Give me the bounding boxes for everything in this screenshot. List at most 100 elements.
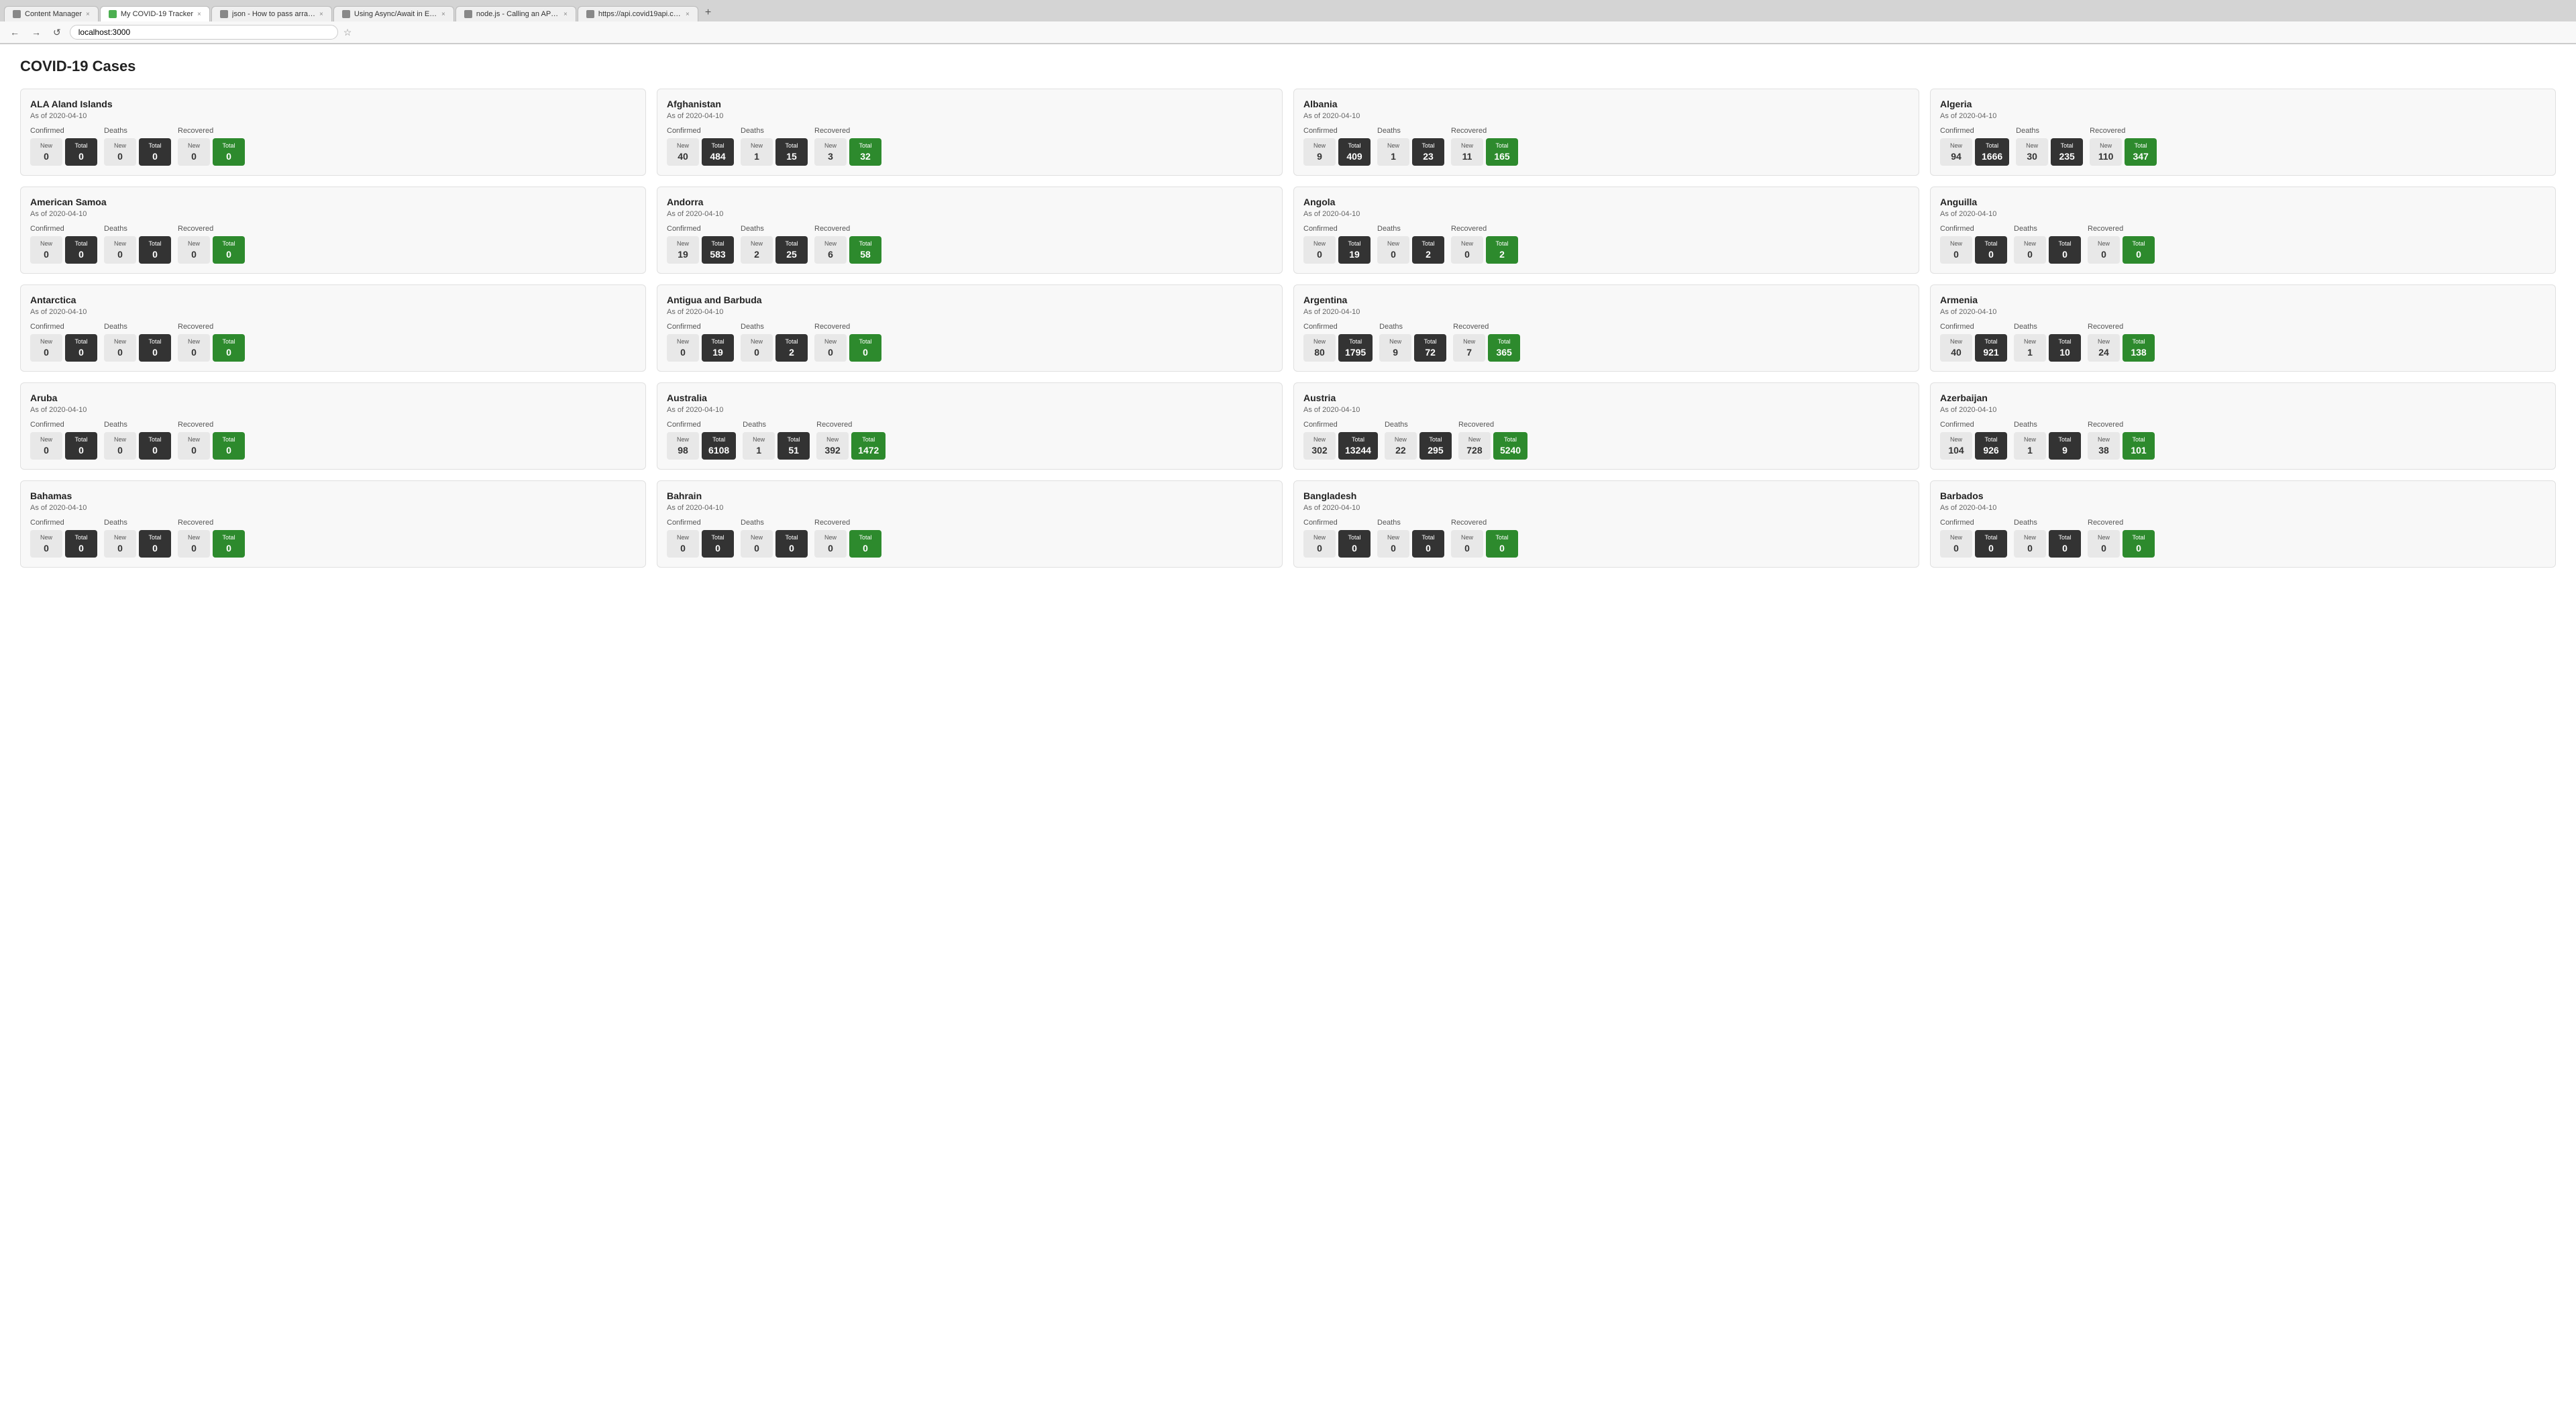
- recovered-pair: New0Total2: [1451, 236, 1518, 264]
- deaths-total-value: 15: [786, 151, 797, 162]
- recovered-label: Recovered: [1458, 421, 1494, 429]
- country-card: Antigua and BarbudaAs of 2020-04-10Confi…: [657, 284, 1283, 372]
- recovered-total-value: 165: [1494, 151, 1509, 162]
- tab-close-button[interactable]: ×: [686, 11, 690, 18]
- back-button[interactable]: ←: [7, 25, 23, 39]
- recovered-new-label: New: [2098, 436, 2110, 443]
- country-name: ALA Aland Islands: [30, 99, 636, 109]
- browser-tab-4[interactable]: node.js - Calling an API endpoin...×: [455, 6, 576, 21]
- deaths-pair: New1Total10: [2014, 334, 2081, 362]
- deaths-pair: New0Total0: [104, 334, 171, 362]
- recovered-new-value: 38: [2098, 445, 2109, 456]
- country-date: As of 2020-04-10: [1940, 308, 2546, 316]
- recovered-total-box: Total365: [1488, 334, 1520, 362]
- browser-tab-5[interactable]: https://api.covid19api.com/sum...×: [578, 6, 698, 21]
- deaths-total-box: Total0: [775, 530, 808, 558]
- confirmed-total-box: Total0: [65, 334, 97, 362]
- confirmed-total-box: Total583: [702, 236, 734, 264]
- confirmed-new-value: 0: [44, 445, 49, 456]
- reload-button[interactable]: ↺: [50, 25, 64, 40]
- tab-close-button[interactable]: ×: [564, 11, 568, 18]
- recovered-new-label: New: [2098, 534, 2110, 541]
- deaths-new-box: New1: [741, 138, 773, 166]
- deaths-new-box: New1: [743, 432, 775, 460]
- confirmed-new-label: New: [1313, 240, 1326, 247]
- confirmed-new-box: New0: [667, 334, 699, 362]
- confirmed-total-box: Total0: [65, 432, 97, 460]
- confirmed-new-box: New19: [667, 236, 699, 264]
- deaths-total-value: 10: [2059, 347, 2070, 358]
- tab-favicon: [220, 10, 228, 18]
- country-card: American SamoaAs of 2020-04-10ConfirmedN…: [20, 187, 646, 274]
- country-date: As of 2020-04-10: [30, 406, 636, 414]
- deaths-label: Deaths: [2014, 225, 2037, 233]
- deaths-label: Deaths: [2014, 421, 2037, 429]
- deaths-label: Deaths: [2014, 519, 2037, 527]
- recovered-pair: New392Total1472: [816, 432, 885, 460]
- deaths-total-box: Total0: [139, 530, 171, 558]
- confirmed-new-box: New0: [30, 138, 62, 166]
- country-date: As of 2020-04-10: [1940, 210, 2546, 218]
- confirmed-total-box: Total0: [1975, 530, 2007, 558]
- deaths-total-value: 2: [1426, 249, 1431, 260]
- deaths-new-box: New30: [2016, 138, 2048, 166]
- address-input[interactable]: [70, 25, 338, 40]
- deaths-new-label: New: [2026, 142, 2038, 149]
- recovered-new-box: New6: [814, 236, 847, 264]
- recovered-new-box: New0: [178, 432, 210, 460]
- confirmed-pair: New40Total484: [667, 138, 734, 166]
- recovered-new-label: New: [2098, 338, 2110, 345]
- recovered-total-label: Total: [2132, 534, 2145, 541]
- address-bar-row: ← → ↺ ☆: [0, 21, 2576, 44]
- recovered-total-label: Total: [222, 338, 235, 345]
- country-card: AntarcticaAs of 2020-04-10ConfirmedNew0T…: [20, 284, 646, 372]
- confirmed-label: Confirmed: [30, 421, 64, 429]
- deaths-pair: New9Total72: [1379, 334, 1446, 362]
- deaths-new-box: New0: [1377, 236, 1409, 264]
- stat-group-recovered: RecoveredNew0Total0: [178, 421, 245, 460]
- deaths-new-value: 0: [117, 347, 123, 358]
- stat-group-recovered: RecoveredNew0Total0: [178, 519, 245, 558]
- browser-tab-0[interactable]: Content Manager×: [4, 6, 99, 21]
- recovered-pair: New728Total5240: [1458, 432, 1527, 460]
- recovered-new-label: New: [824, 142, 837, 149]
- tab-close-button[interactable]: ×: [197, 11, 201, 18]
- deaths-total-value: 25: [786, 249, 797, 260]
- browser-tab-1[interactable]: My COVID-19 Tracker×: [100, 6, 210, 21]
- country-date: As of 2020-04-10: [1303, 210, 1909, 218]
- recovered-new-label: New: [188, 534, 200, 541]
- tab-close-button[interactable]: ×: [86, 11, 90, 18]
- stat-group-confirmed: ConfirmedNew0Total0: [30, 127, 97, 166]
- confirmed-total-box: Total0: [1338, 530, 1371, 558]
- country-name: Bahamas: [30, 490, 636, 501]
- stat-group-confirmed: ConfirmedNew0Total0: [30, 225, 97, 264]
- tab-close-button[interactable]: ×: [441, 11, 445, 18]
- browser-tab-2[interactable]: json - How to pass array of obj...×: [211, 6, 332, 21]
- confirmed-label: Confirmed: [1303, 127, 1338, 135]
- deaths-total-box: Total295: [1419, 432, 1452, 460]
- forward-button[interactable]: →: [28, 25, 44, 39]
- deaths-new-box: New0: [104, 432, 136, 460]
- deaths-new-label: New: [2024, 534, 2036, 541]
- recovered-pair: New0Total0: [178, 334, 245, 362]
- recovered-new-box: New0: [178, 138, 210, 166]
- stats-row: ConfirmedNew0Total0DeathsNew0Total0Recov…: [30, 323, 636, 362]
- recovered-label: Recovered: [178, 421, 213, 429]
- tab-favicon: [13, 10, 21, 18]
- stat-group-recovered: RecoveredNew0Total0: [178, 225, 245, 264]
- deaths-total-box: Total0: [139, 432, 171, 460]
- deaths-total-box: Total10: [2049, 334, 2081, 362]
- browser-tab-3[interactable]: Using Async/Await in Express w...×: [333, 6, 454, 21]
- country-card: ArmeniaAs of 2020-04-10ConfirmedNew40Tot…: [1930, 284, 2556, 372]
- confirmed-total-value: 0: [78, 249, 84, 260]
- recovered-total-label: Total: [222, 142, 235, 149]
- new-tab-button[interactable]: +: [700, 4, 716, 21]
- stat-group-deaths: DeathsNew1Total51: [743, 421, 810, 460]
- recovered-total-label: Total: [1504, 436, 1517, 443]
- confirmed-total-box: Total0: [65, 138, 97, 166]
- country-card: AngolaAs of 2020-04-10ConfirmedNew0Total…: [1293, 187, 1919, 274]
- deaths-new-value: 9: [1393, 347, 1398, 358]
- tab-close-button[interactable]: ×: [319, 11, 323, 18]
- deaths-total-value: 295: [1428, 445, 1443, 456]
- stats-row: ConfirmedNew0Total0DeathsNew0Total0Recov…: [667, 519, 1273, 558]
